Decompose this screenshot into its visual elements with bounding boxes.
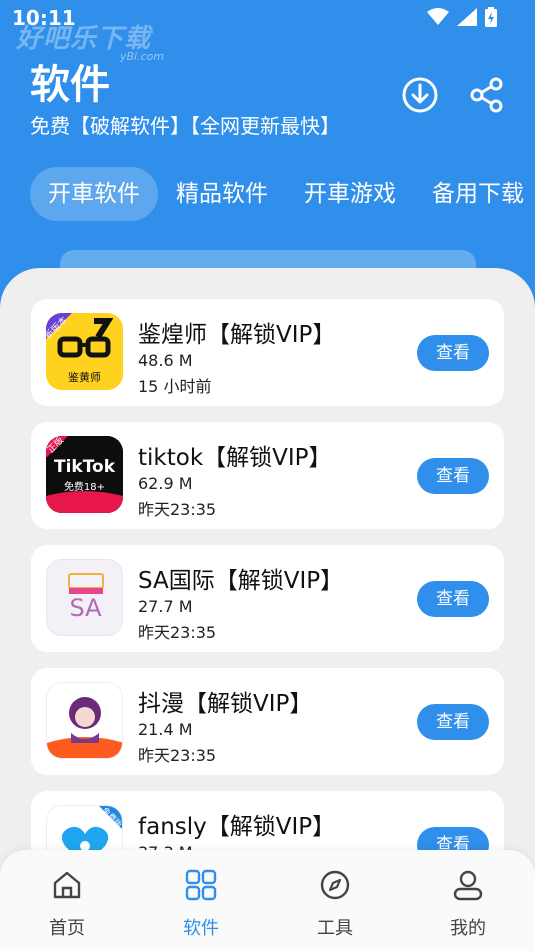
grid-icon bbox=[185, 869, 217, 901]
icon-label: SA bbox=[69, 594, 102, 622]
tab-backup-download[interactable]: 备用下载 bbox=[414, 167, 535, 221]
tab-kaiche-games[interactable]: 开車游戏 bbox=[286, 167, 414, 221]
app-time: 昨天23:35 bbox=[138, 623, 217, 642]
app-size: 21.4 M bbox=[138, 720, 193, 739]
app-icon-tiktok: 正版 TikTok 免费18+ bbox=[46, 436, 123, 513]
user-icon bbox=[453, 870, 483, 901]
app-time: 昨天23:35 bbox=[138, 500, 217, 519]
icon-sublabel: 免费18+ bbox=[63, 482, 106, 493]
nav-mine[interactable]: 我的 bbox=[401, 850, 535, 951]
app-card[interactable]: 新版本 鉴黄师 鉴煌师【解锁VIP】 48.6 M 15 小时前 查看 bbox=[31, 299, 504, 406]
wifi-icon bbox=[427, 8, 449, 25]
status-icons bbox=[427, 7, 497, 27]
app-time: 15 小时前 bbox=[138, 377, 212, 396]
app-icon-jianhuangshi: 新版本 鉴黄师 bbox=[46, 313, 123, 390]
icon-label: TikTok bbox=[53, 457, 116, 477]
download-icon[interactable] bbox=[400, 75, 440, 115]
bottom-nav: 首页 软件 工具 我的 bbox=[0, 850, 535, 951]
app-time: 昨天23:35 bbox=[138, 746, 217, 765]
nav-home[interactable]: 首页 bbox=[0, 850, 134, 951]
view-button[interactable]: 查看 bbox=[417, 581, 489, 617]
app-name: SA国际【解锁VIP】 bbox=[138, 568, 344, 594]
page-subtitle: 免费【破解软件】【全网更新最快】 bbox=[30, 114, 340, 138]
nav-label: 首页 bbox=[49, 918, 85, 939]
nav-software[interactable]: 软件 bbox=[134, 850, 268, 951]
nav-label: 软件 bbox=[183, 918, 219, 939]
app-size: 48.6 M bbox=[138, 351, 193, 370]
app-icon-douman bbox=[46, 682, 123, 759]
share-icon[interactable] bbox=[467, 75, 507, 115]
header: 10:11 好吧乐下载 yBi.com 软件 免费【破解软件】【全网更新最快】 … bbox=[0, 0, 535, 300]
category-tabs: 开車软件 精品软件 开車游戏 备用下载 bbox=[30, 167, 535, 221]
signal-icon bbox=[457, 8, 477, 26]
app-size: 27.7 M bbox=[138, 597, 193, 616]
home-icon bbox=[53, 871, 81, 899]
app-icon-sa: SA bbox=[46, 559, 123, 636]
tab-premium-software[interactable]: 精品软件 bbox=[158, 167, 286, 221]
view-button[interactable]: 查看 bbox=[417, 704, 489, 740]
view-button[interactable]: 查看 bbox=[417, 458, 489, 494]
app-name: 抖漫【解锁VIP】 bbox=[138, 691, 313, 717]
app-name: fansly【解锁VIP】 bbox=[138, 814, 336, 840]
app-card[interactable]: 正版 TikTok 免费18+ tiktok【解锁VIP】 62.9 M 昨天2… bbox=[31, 422, 504, 529]
page-title: 软件 bbox=[30, 62, 110, 108]
app-name: tiktok【解锁VIP】 bbox=[138, 445, 332, 471]
app-list: 新版本 鉴黄师 鉴煌师【解锁VIP】 48.6 M 15 小时前 查看 正版 T… bbox=[0, 268, 535, 951]
battery-icon bbox=[485, 7, 497, 27]
app-size: 62.9 M bbox=[138, 474, 193, 493]
app-name: 鉴煌师【解锁VIP】 bbox=[138, 322, 336, 348]
compass-icon bbox=[320, 870, 350, 900]
app-card[interactable]: SA SA国际【解锁VIP】 27.7 M 昨天23:35 查看 bbox=[31, 545, 504, 652]
view-button[interactable]: 查看 bbox=[417, 335, 489, 371]
nav-label: 工具 bbox=[317, 918, 353, 939]
watermark-sub: yBi.com bbox=[120, 50, 165, 63]
tab-kaiche-software[interactable]: 开車软件 bbox=[30, 167, 158, 221]
app-card[interactable]: 抖漫【解锁VIP】 21.4 M 昨天23:35 查看 bbox=[31, 668, 504, 775]
icon-label: 鉴黄师 bbox=[68, 371, 101, 384]
nav-tools[interactable]: 工具 bbox=[268, 850, 402, 951]
nav-label: 我的 bbox=[450, 918, 486, 939]
